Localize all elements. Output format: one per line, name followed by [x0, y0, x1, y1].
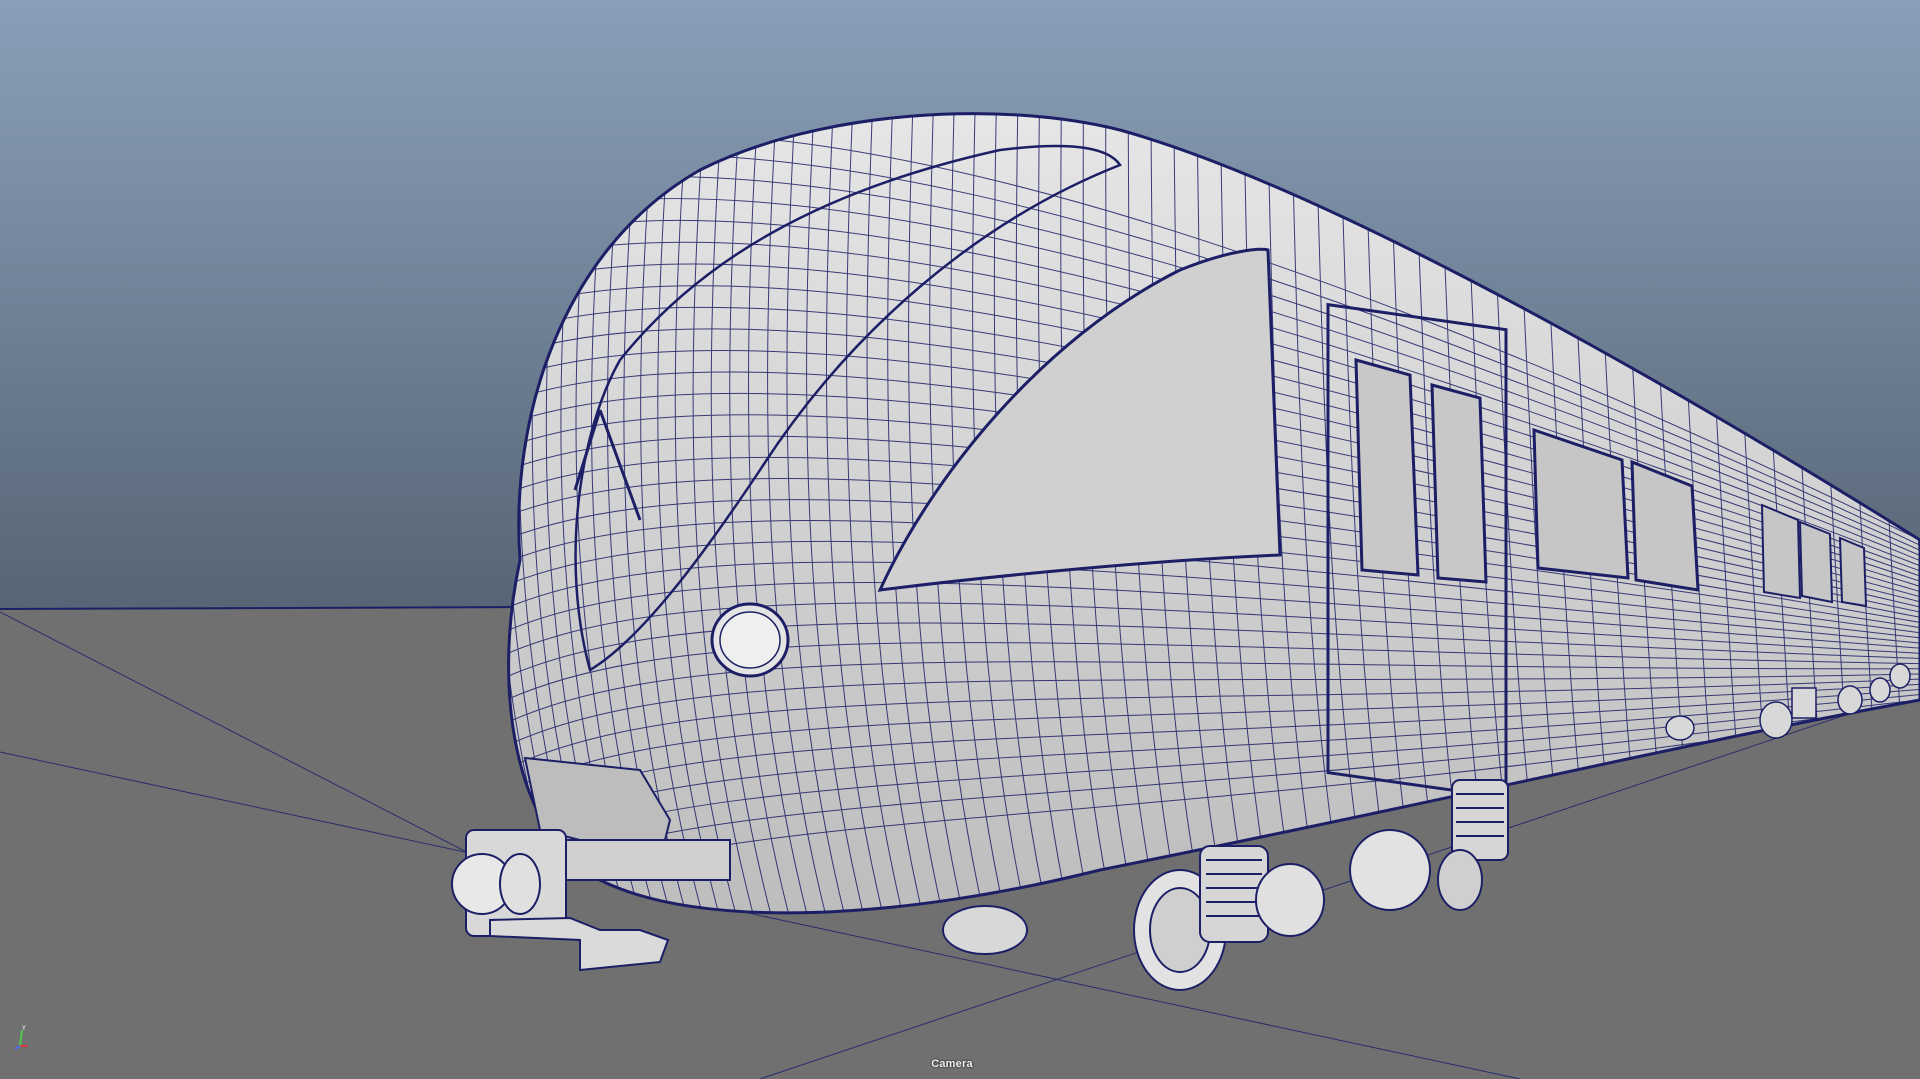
viewport-panel[interactable]: Y Camera	[0, 0, 1920, 1079]
door-window-left	[1354, 358, 1420, 577]
axis-y-label: Y	[21, 1025, 26, 1032]
camera-name-label: Camera	[931, 1058, 973, 1070]
passenger-window-5	[1838, 536, 1868, 608]
axis-gizmo-icon: Y	[14, 1025, 28, 1050]
passenger-window-3	[1760, 503, 1802, 600]
passenger-window-4	[1798, 520, 1834, 604]
door-window-right	[1430, 383, 1488, 584]
scene-canvas[interactable]	[0, 0, 1920, 1079]
